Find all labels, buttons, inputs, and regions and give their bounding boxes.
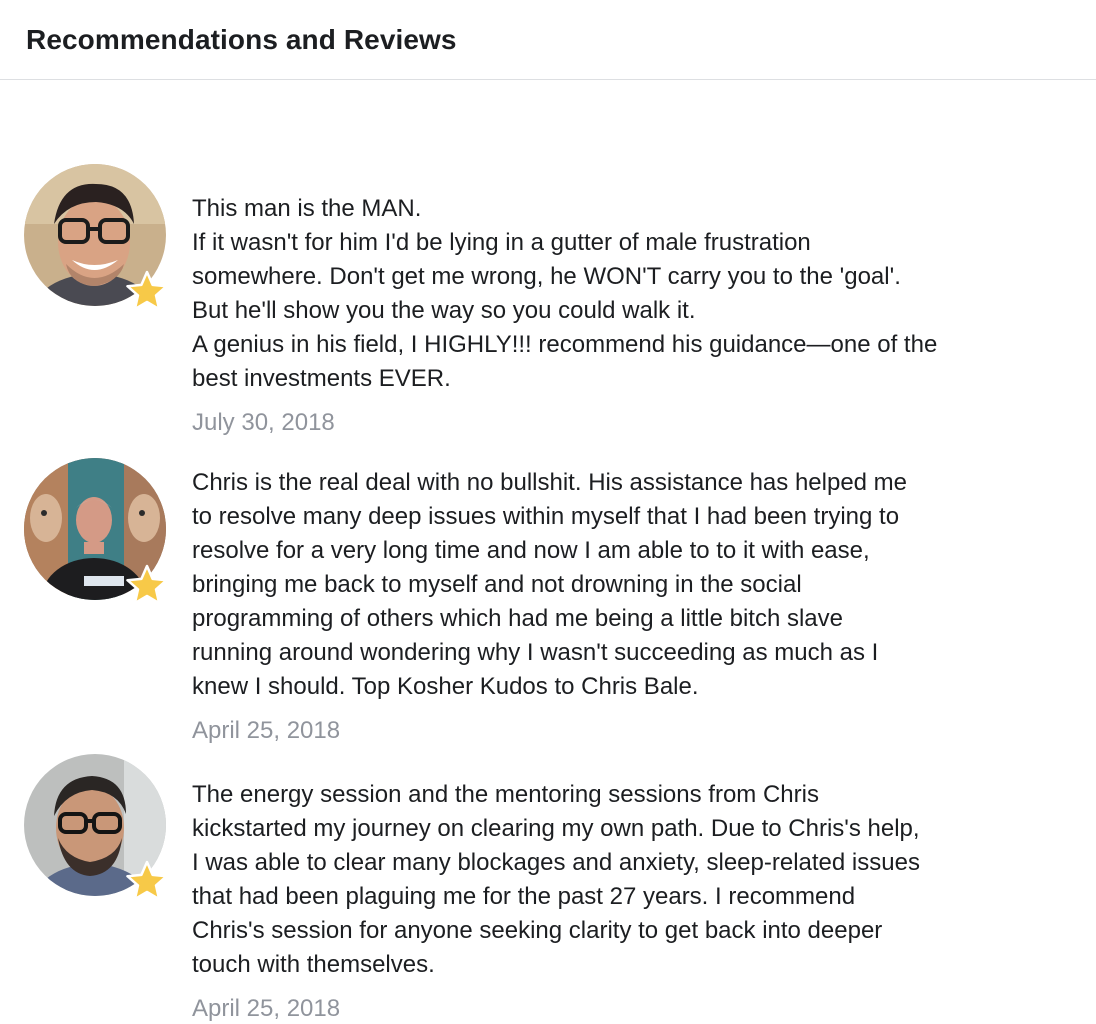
review-date-link[interactable]: April 25, 2018 bbox=[192, 716, 1072, 746]
review-content: Chris is the real deal with no bullshit.… bbox=[192, 466, 1072, 746]
recommendation-star-icon bbox=[126, 270, 168, 311]
review-date-link[interactable]: July 30, 2018 bbox=[192, 408, 1072, 438]
reviewer-avatar-container bbox=[24, 754, 168, 901]
reviewer-avatar-container bbox=[24, 164, 168, 311]
recommendation-star-icon bbox=[126, 860, 168, 901]
section-header: Recommendations and Reviews bbox=[0, 0, 1096, 80]
section-title: Recommendations and Reviews bbox=[26, 23, 457, 55]
review-content: This man is the MAN. If it wasn't for hi… bbox=[192, 192, 1072, 438]
reviewer-avatar-container bbox=[24, 458, 168, 605]
review-text: The energy session and the mentoring ses… bbox=[192, 781, 920, 978]
review-text: Chris is the real deal with no bullshit.… bbox=[192, 469, 908, 700]
review-text: This man is the MAN. If it wasn't for hi… bbox=[192, 195, 938, 392]
review-date-link[interactable]: April 25, 2018 bbox=[192, 994, 1072, 1024]
recommendation-star-icon bbox=[126, 564, 168, 605]
review-content: The energy session and the mentoring ses… bbox=[192, 778, 1072, 1024]
